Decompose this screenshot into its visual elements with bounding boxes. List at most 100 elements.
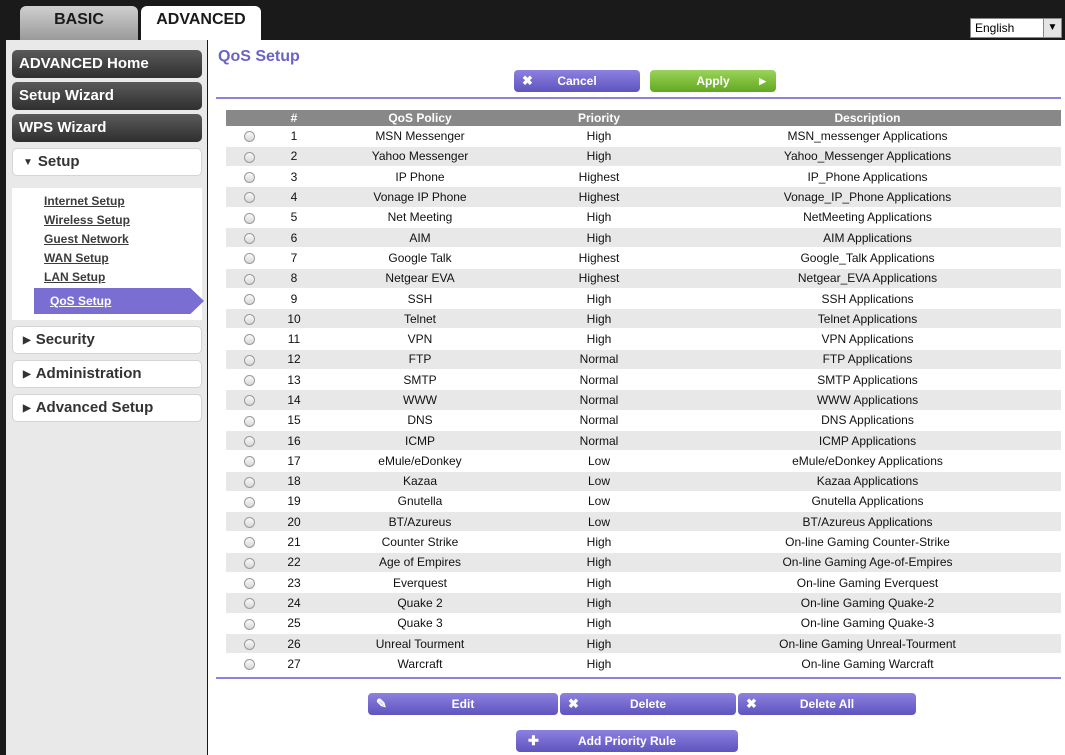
sidebar-item-advanced-setup[interactable]: ▶ Advanced Setup <box>12 394 202 422</box>
row-radio-button[interactable] <box>243 618 255 630</box>
row-radio-button[interactable] <box>243 638 255 650</box>
cell-priority: High <box>524 328 674 350</box>
row-radio-button[interactable] <box>243 415 255 427</box>
row-radio-button[interactable] <box>243 557 255 569</box>
cell-priority: High <box>524 633 674 655</box>
sidebar-link-wan-setup[interactable]: WAN Setup <box>44 251 109 265</box>
table-row[interactable]: 26 Unreal Tourment High On-line Gaming Unre… <box>226 633 1061 655</box>
table-row[interactable]: 4 Vonage IP Phone Highest Vonage_IP_Phone A… <box>226 186 1061 208</box>
row-radio-button[interactable] <box>243 456 255 468</box>
sidebar-link-wireless-setup[interactable]: Wireless Setup <box>44 213 130 227</box>
table-row[interactable]: 8 Netgear EVA Highest Netgear_EVA Applicati… <box>226 268 1061 289</box>
table-row[interactable]: 23 Everquest High On-line Gaming Everquest <box>226 572 1061 594</box>
cell-qos-policy: Yahoo Messenger <box>316 146 524 168</box>
language-select[interactable]: English ▼ <box>970 18 1062 38</box>
row-radio-button[interactable] <box>243 192 255 204</box>
cell-description: On-line Gaming Counter-Strike <box>674 531 1061 553</box>
row-radio-button[interactable] <box>243 598 255 610</box>
table-row[interactable]: 17 eMule/eDonkey Low eMule/eDonkey Applicat… <box>226 450 1061 472</box>
row-radio-button[interactable] <box>243 253 255 265</box>
row-radio-button[interactable] <box>243 578 255 589</box>
row-radio-button[interactable] <box>243 334 255 346</box>
cell-description: SMTP Applications <box>674 369 1061 391</box>
row-radio-button[interactable] <box>243 496 255 508</box>
sidebar-item-setup-wizard[interactable]: Setup Wizard <box>12 82 202 110</box>
row-radio-button[interactable] <box>243 131 255 143</box>
tab-basic[interactable]: BASIC <box>20 6 138 40</box>
sidebar-item-label: QoS Setup <box>50 294 112 308</box>
row-radio-button[interactable] <box>243 293 255 305</box>
table-row[interactable]: 6 AIM High AIM Applications <box>226 227 1061 249</box>
table-row[interactable]: 16 ICMP Normal ICMP Applications <box>226 430 1061 452</box>
delete-all-button[interactable]: ✖ Delete All <box>738 693 916 715</box>
main-content: QoS Setup ✖ Cancel Apply ▶ # QoS Policy … <box>208 40 1065 755</box>
table-row[interactable]: 1 MSN Messenger High MSN_messenger Applicat… <box>226 126 1061 147</box>
sidebar-link-lan-setup[interactable]: LAN Setup <box>44 270 105 284</box>
table-row[interactable]: 5 Net Meeting High NetMeeting Applications <box>226 207 1061 228</box>
row-radio-button[interactable] <box>243 172 255 184</box>
row-radio-button[interactable] <box>243 476 255 488</box>
sidebar-item-administration[interactable]: ▶ Administration <box>12 360 202 388</box>
table-row[interactable]: 7 Google Talk Highest Google_Talk Applicati… <box>226 247 1061 269</box>
sidebar-link-qos-setup[interactable]: QoS Setup <box>34 288 204 314</box>
sidebar-item-setup[interactable]: ▼ Setup <box>12 148 202 176</box>
cell-qos-policy: Kazaa <box>316 471 524 492</box>
row-radio-button[interactable] <box>243 314 255 326</box>
chevron-down-icon[interactable]: ▼ <box>1043 19 1061 37</box>
tab-advanced[interactable]: ADVANCED <box>141 6 261 40</box>
table-row[interactable]: 24 Quake 2 High On-line Gaming Quake-2 <box>226 592 1061 614</box>
table-row[interactable]: 9 SSH High SSH Applications <box>226 288 1061 310</box>
row-radio-button[interactable] <box>243 375 255 387</box>
row-radio-button[interactable] <box>243 435 255 447</box>
cell-number: 17 <box>272 450 316 472</box>
row-radio-button[interactable] <box>243 151 255 163</box>
table-row[interactable]: 25 Quake 3 High On-line Gaming Quake-3 <box>226 613 1061 634</box>
table-row[interactable]: 18 Kazaa Low Kazaa Applications <box>226 471 1061 492</box>
row-radio-button[interactable] <box>243 395 255 407</box>
cell-number: 22 <box>272 552 316 574</box>
row-radio-button[interactable] <box>243 212 255 224</box>
table-row[interactable]: 12 FTP Normal FTP Applications <box>226 349 1061 371</box>
sidebar-item-security[interactable]: ▶ Security <box>12 326 202 354</box>
row-radio-button[interactable] <box>243 232 255 244</box>
table-row[interactable]: 2 Yahoo Messenger High Yahoo_Messenger Appl… <box>226 146 1061 168</box>
row-select-cell <box>226 633 272 655</box>
delete-button[interactable]: ✖ Delete <box>560 693 736 715</box>
row-select-cell <box>226 471 272 492</box>
cell-description: Netgear_EVA Applications <box>674 268 1061 289</box>
row-radio-button[interactable] <box>243 354 255 366</box>
sidebar-item-advanced-home[interactable]: ADVANCED Home <box>12 50 202 78</box>
delete-button-label: Delete <box>629 697 667 711</box>
cell-number: 19 <box>272 491 316 513</box>
sidebar-link-internet-setup[interactable]: Internet Setup <box>44 194 125 208</box>
cell-description: On-line Gaming Quake-3 <box>674 613 1061 634</box>
sidebar: ADVANCED Home Setup Wizard WPS Wizard ▼ S… <box>0 40 208 755</box>
table-row[interactable]: 3 IP Phone Highest IP_Phone Applications <box>226 166 1061 188</box>
cell-priority: Normal <box>524 369 674 391</box>
cell-number: 21 <box>272 531 316 553</box>
sidebar-link-guest-network[interactable]: Guest Network <box>44 232 129 246</box>
table-row[interactable]: 14 WWW Normal WWW Applications <box>226 389 1061 411</box>
apply-button[interactable]: Apply ▶ <box>650 70 776 92</box>
row-radio-button[interactable] <box>243 659 255 671</box>
cell-description: Vonage_IP_Phone Applications <box>674 186 1061 208</box>
table-row[interactable]: 19 Gnutella Low Gnutella Applications <box>226 491 1061 513</box>
add-priority-rule-button[interactable]: ✚ Add Priority Rule <box>516 730 738 752</box>
row-radio-button[interactable] <box>243 273 255 285</box>
row-select-cell <box>226 328 272 350</box>
table-row[interactable]: 10 Telnet High Telnet Applications <box>226 308 1061 330</box>
table-row[interactable]: 27 Warcraft High On-line Gaming Warcraft <box>226 653 1061 675</box>
table-row[interactable]: 21 Counter Strike High On-line Gaming Count… <box>226 531 1061 553</box>
table-row[interactable]: 15 DNS Normal DNS Applications <box>226 410 1061 431</box>
row-radio-button[interactable] <box>243 537 255 549</box>
cancel-button[interactable]: ✖ Cancel <box>514 70 640 92</box>
table-row[interactable]: 20 BT/Azureus Low BT/Azureus Applications <box>226 511 1061 533</box>
row-radio-button[interactable] <box>243 517 255 529</box>
cell-qos-policy: FTP <box>316 349 524 371</box>
edit-button[interactable]: ✎ Edit <box>368 693 558 715</box>
table-row[interactable]: 22 Age of Empires High On-line Gaming Age-o… <box>226 552 1061 574</box>
table-row[interactable]: 13 SMTP Normal SMTP Applications <box>226 369 1061 391</box>
table-row[interactable]: 11 VPN High VPN Applications <box>226 328 1061 350</box>
sidebar-item-wps-wizard[interactable]: WPS Wizard <box>12 114 202 142</box>
cell-qos-policy: Gnutella <box>316 491 524 513</box>
